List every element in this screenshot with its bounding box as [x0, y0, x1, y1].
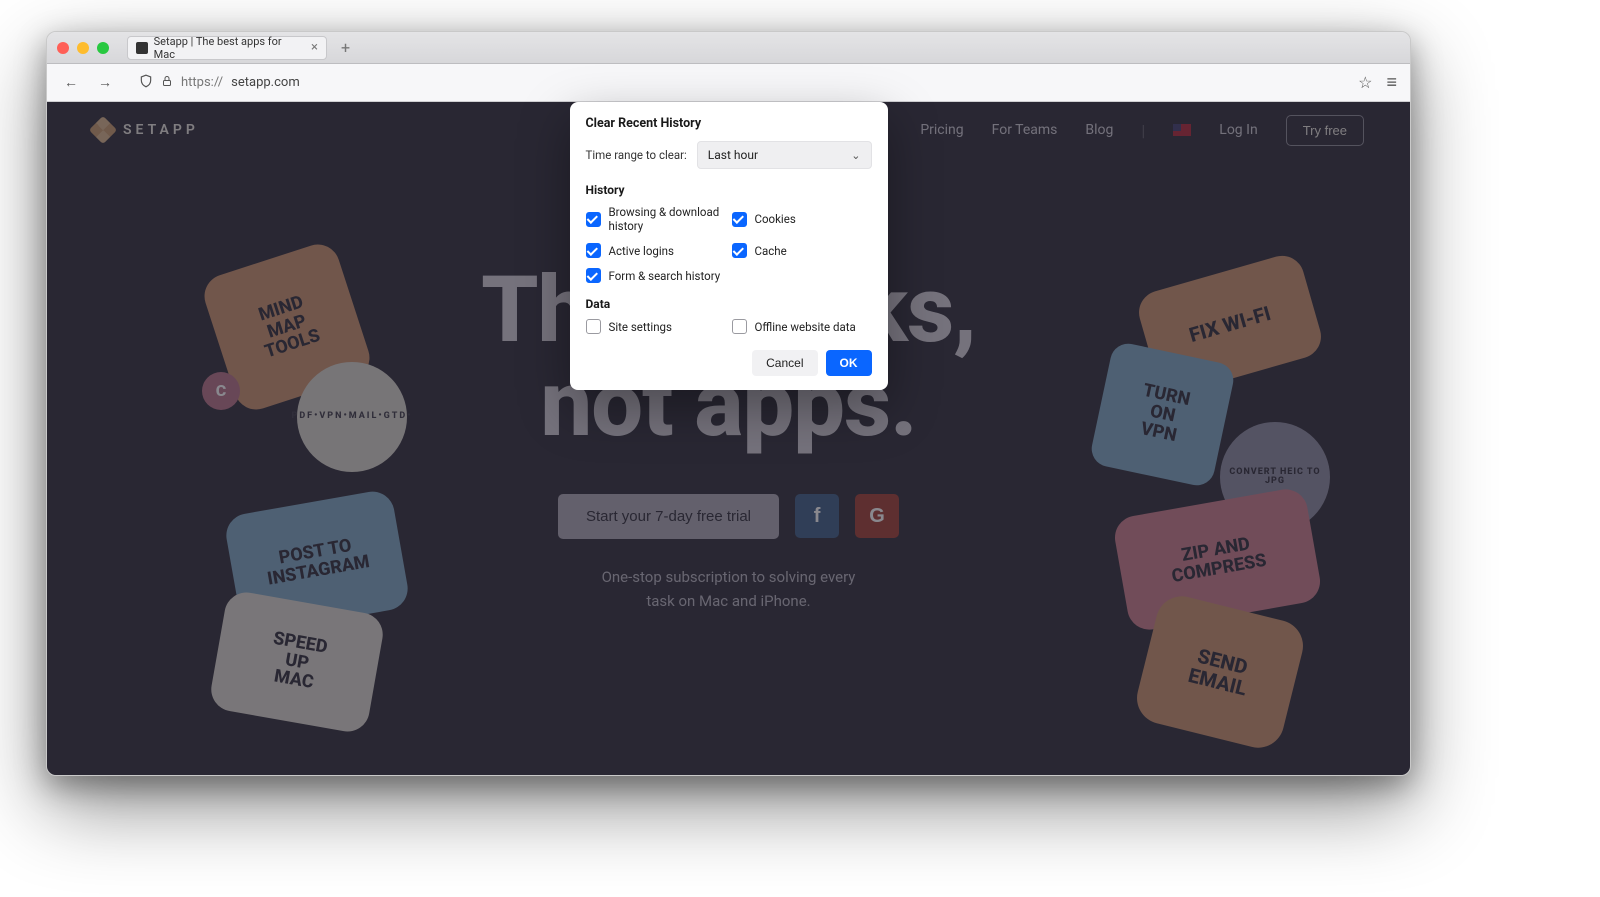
check-cookies-label: Cookies — [755, 212, 796, 226]
new-tab-button[interactable]: + — [335, 38, 356, 57]
check-cache-label: Cache — [755, 244, 787, 258]
checkbox-icon — [732, 243, 747, 258]
check-active[interactable]: Active logins — [586, 243, 726, 258]
signup-google-button[interactable]: G — [855, 494, 899, 538]
browser-window: Setapp | The best apps for Mac × + ← → h… — [46, 31, 1411, 776]
close-window-button[interactable] — [57, 42, 69, 54]
browser-tab[interactable]: Setapp | The best apps for Mac × — [127, 36, 327, 60]
hero-sub-2: task on Mac and iPhone. — [646, 592, 810, 610]
facebook-icon: f — [814, 505, 821, 528]
dialog-title: Clear Recent History — [586, 116, 872, 131]
address-bar[interactable]: https:// setapp.com — [129, 69, 1344, 97]
shield-icon[interactable] — [139, 74, 153, 92]
check-form-label: Form & search history — [609, 269, 721, 283]
cancel-button[interactable]: Cancel — [752, 350, 817, 376]
minimize-window-button[interactable] — [77, 42, 89, 54]
favicon-icon — [136, 42, 148, 54]
section-history-title: History — [586, 183, 872, 197]
checkbox-icon — [586, 319, 601, 334]
checkbox-icon — [586, 268, 601, 283]
time-range-value: Last hour — [708, 148, 758, 162]
check-site-settings-label: Site settings — [609, 320, 672, 334]
check-cookies[interactable]: Cookies — [732, 205, 872, 233]
hero-sub-1: One-stop subscription to solving every — [602, 568, 856, 586]
window-controls — [57, 42, 109, 54]
hamburger-menu-icon[interactable]: ≡ — [1386, 72, 1396, 93]
tab-close-icon[interactable]: × — [311, 40, 318, 55]
signup-facebook-button[interactable]: f — [795, 494, 839, 538]
time-range-select[interactable]: Last hour ⌄ — [697, 141, 872, 169]
ok-button[interactable]: OK — [826, 350, 872, 376]
checkbox-icon — [732, 319, 747, 334]
start-trial-button[interactable]: Start your 7-day free trial — [558, 494, 779, 539]
lock-icon[interactable] — [161, 75, 173, 90]
clear-history-dialog: Clear Recent History Time range to clear… — [570, 102, 888, 390]
url-host: setapp.com — [231, 75, 300, 90]
back-button[interactable]: ← — [61, 74, 81, 91]
browser-toolbar: ← → https:// setapp.com ☆ ≡ — [47, 64, 1410, 102]
google-icon: G — [869, 505, 885, 528]
check-browsing-label: Browsing & download history — [609, 205, 726, 233]
check-site-settings[interactable]: Site settings — [586, 319, 726, 334]
section-data-title: Data — [586, 297, 872, 311]
chevron-down-icon: ⌄ — [851, 149, 860, 162]
checkbox-icon — [586, 243, 601, 258]
tab-title: Setapp | The best apps for Mac — [154, 35, 301, 61]
bookmark-star-icon[interactable]: ☆ — [1358, 73, 1372, 92]
time-range-label: Time range to clear: — [586, 148, 687, 162]
checkbox-icon — [732, 212, 747, 227]
check-offline-data-label: Offline website data — [755, 320, 856, 334]
checkbox-icon — [586, 212, 601, 227]
check-cache[interactable]: Cache — [732, 243, 872, 258]
forward-button[interactable]: → — [95, 74, 115, 91]
check-form[interactable]: Form & search history — [586, 268, 726, 283]
check-active-label: Active logins — [609, 244, 674, 258]
url-scheme: https:// — [181, 75, 223, 90]
check-offline-data[interactable]: Offline website data — [732, 319, 872, 334]
tab-bar: Setapp | The best apps for Mac × + — [47, 32, 1410, 64]
check-browsing[interactable]: Browsing & download history — [586, 205, 726, 233]
zoom-window-button[interactable] — [97, 42, 109, 54]
